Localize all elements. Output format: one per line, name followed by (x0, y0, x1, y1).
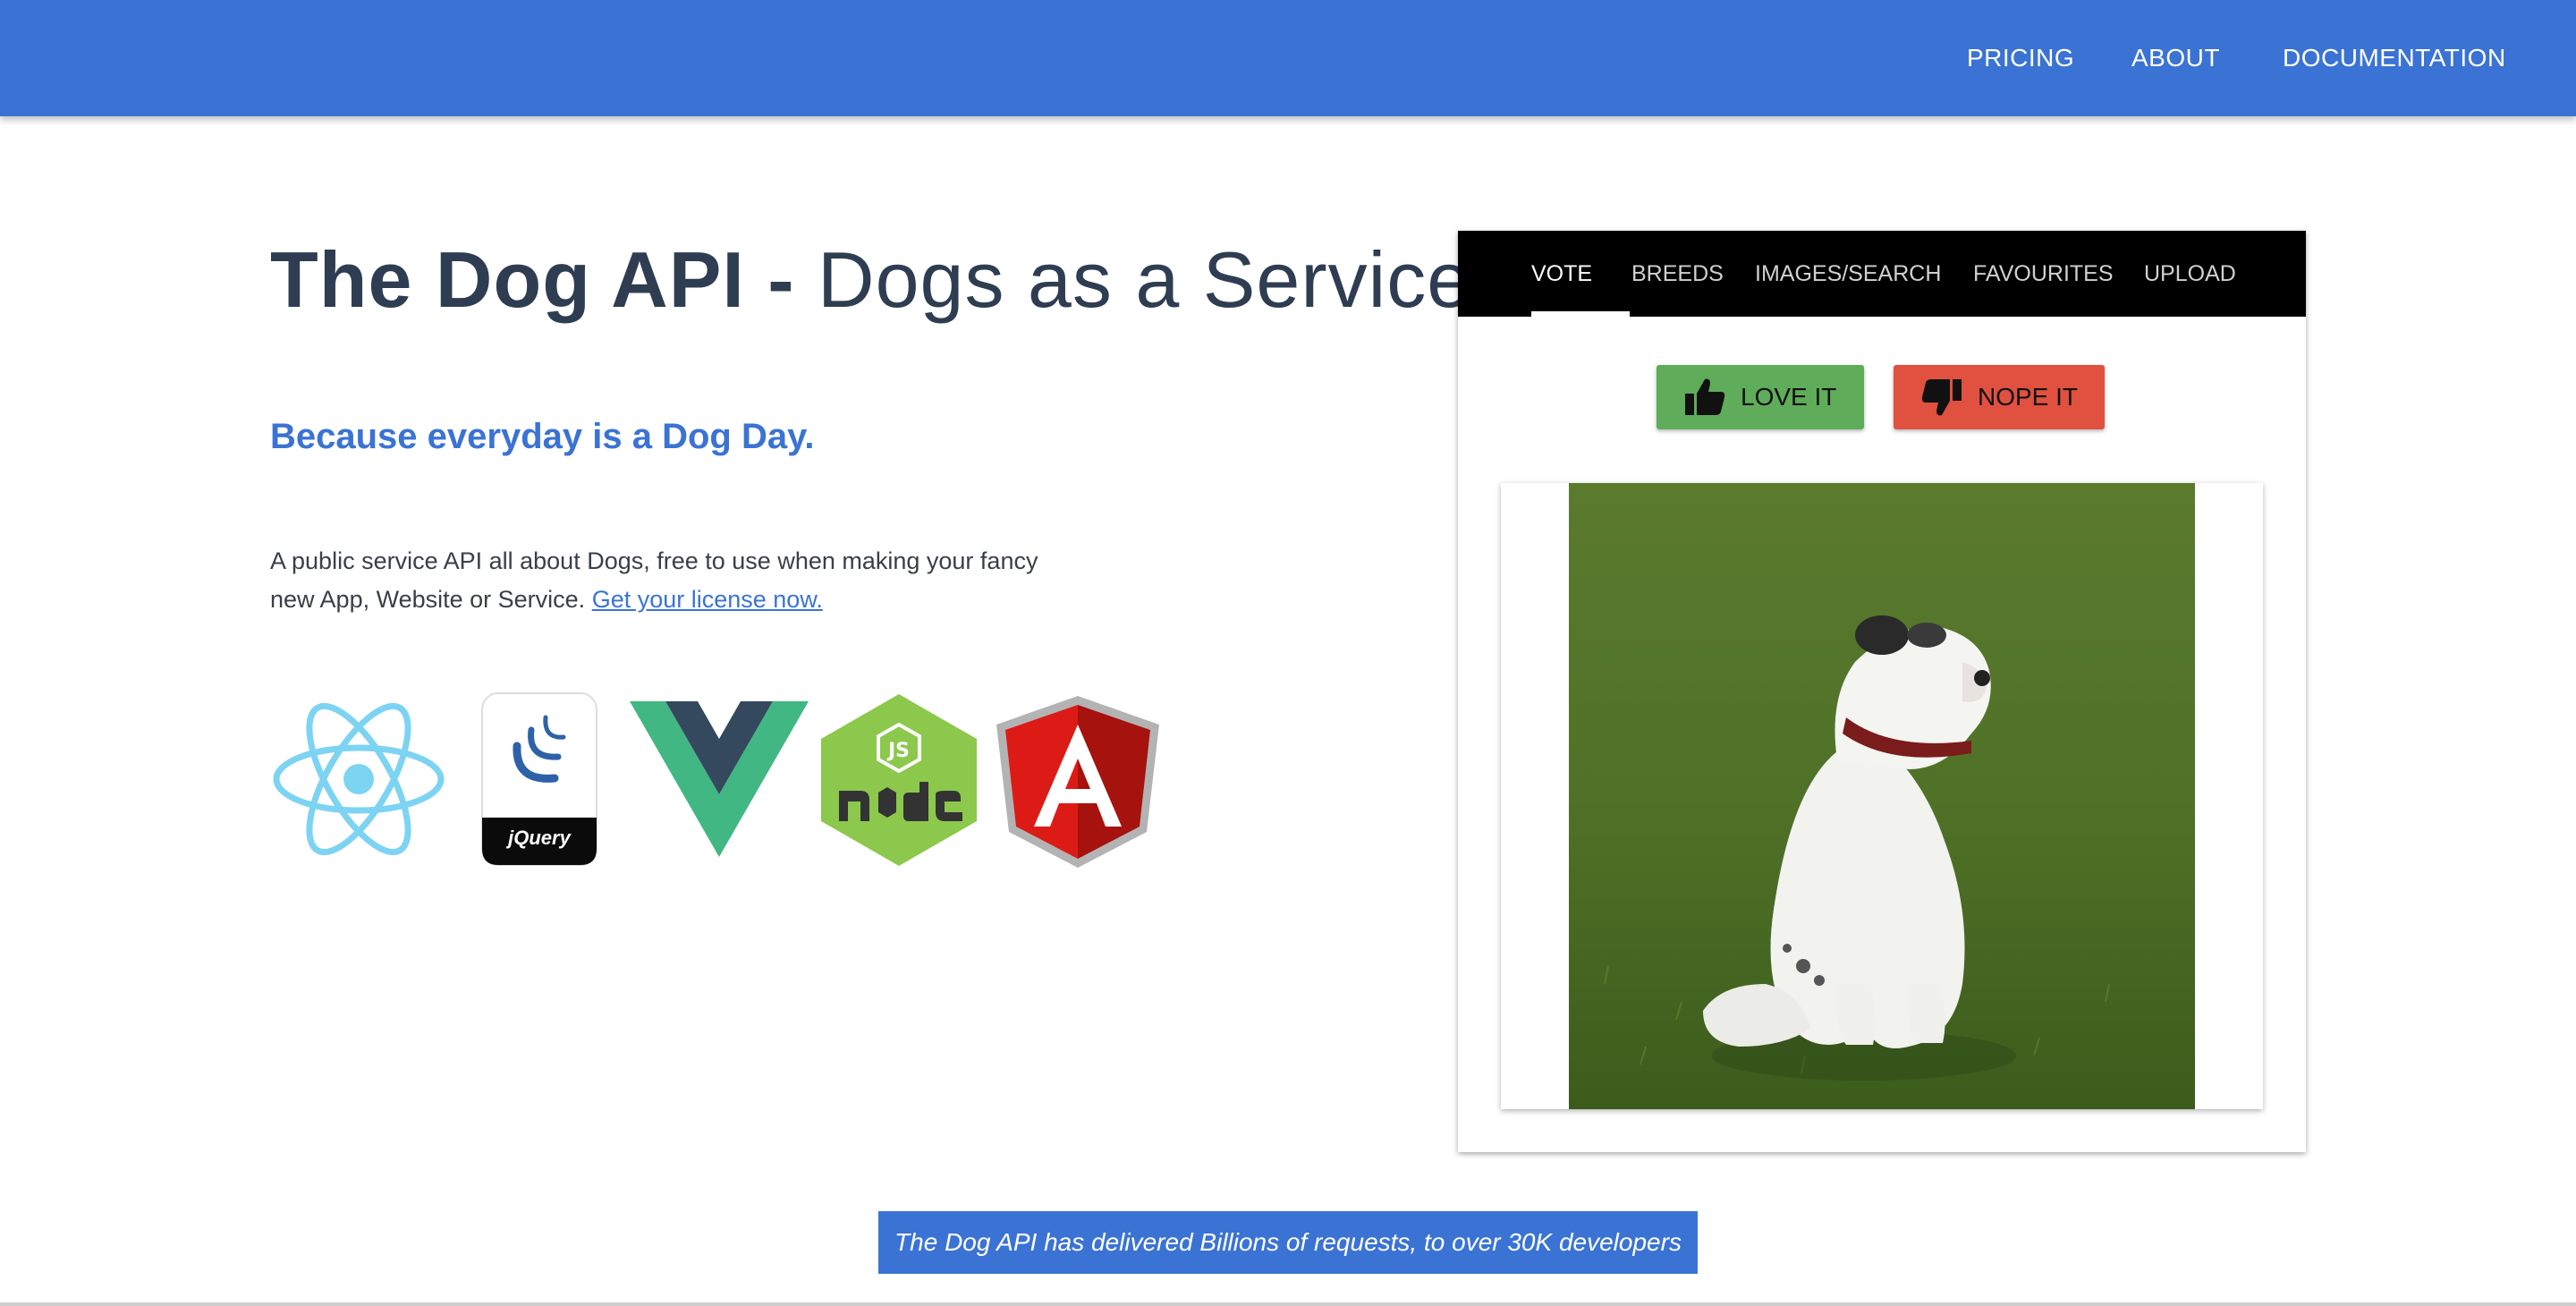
jquery-wordmark: jQuery (508, 827, 571, 849)
active-tab-indicator (1531, 311, 1630, 317)
thumbs-up-icon (1685, 378, 1725, 415)
tab-vote[interactable]: VOTE (1531, 231, 1592, 317)
stats-banner: The Dog API has delivered Billions of re… (878, 1211, 1698, 1274)
image-frame (1501, 483, 2263, 1109)
vue-logo (630, 701, 809, 857)
jquery-logo: jQuery (481, 692, 597, 866)
nodejs-logo: JS (821, 694, 977, 866)
nav-documentation[interactable]: DOCUMENTATION (2283, 0, 2506, 116)
vote-widget-card: VOTE BREEDS IMAGES/SEARCH FAVOURITES UPL… (1458, 231, 2306, 1152)
widget-tabbar: VOTE BREEDS IMAGES/SEARCH FAVOURITES UPL… (1458, 231, 2306, 317)
tagline: Because everyday is a Dog Day. (270, 417, 815, 456)
top-navbar: PRICING ABOUT DOCUMENTATION (0, 0, 2576, 116)
nope-it-label: NOPE IT (1978, 383, 2079, 411)
nav-pricing[interactable]: PRICING (1967, 0, 2074, 116)
page-title-strong: The Dog API - (270, 235, 795, 324)
angular-logo (996, 696, 1159, 868)
bottom-divider (0, 1302, 2576, 1306)
page-title: The Dog API - Dogs as a Service (270, 234, 1471, 326)
tab-upload[interactable]: UPLOAD (2144, 231, 2236, 317)
tab-breeds[interactable]: BREEDS (1631, 231, 1724, 317)
tab-favourites[interactable]: FAVOURITES (1973, 231, 2114, 317)
love-it-button[interactable]: LOVE IT (1657, 365, 1864, 429)
dog-photo (1569, 483, 2195, 1109)
license-link[interactable]: Get your license now. (592, 586, 823, 613)
nope-it-button[interactable]: NOPE IT (1894, 365, 2105, 429)
react-logo (273, 702, 445, 856)
nav-about[interactable]: ABOUT (2131, 0, 2220, 116)
page-title-rest: Dogs as a Service (818, 235, 1472, 324)
love-it-label: LOVE IT (1741, 383, 1837, 411)
svg-text:JS: JS (886, 740, 910, 762)
thumbs-down-icon (1921, 379, 1962, 416)
description: A public service API all about Dogs, fre… (270, 542, 1075, 619)
tab-images-search[interactable]: IMAGES/SEARCH (1755, 231, 1941, 317)
